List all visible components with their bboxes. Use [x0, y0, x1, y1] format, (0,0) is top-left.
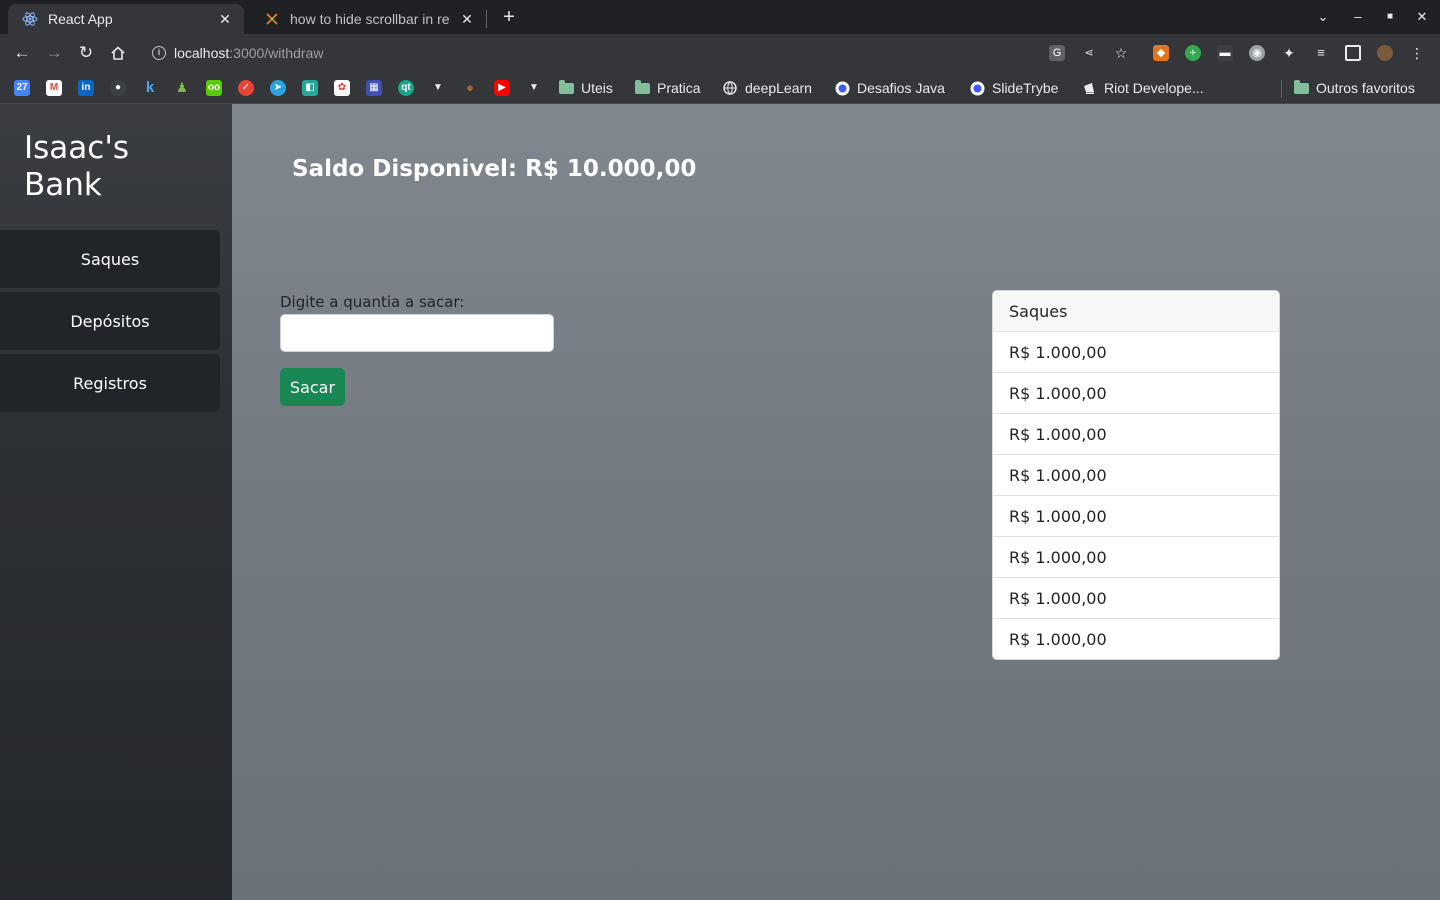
close-icon[interactable]: ✕ [216, 11, 234, 28]
folder-icon [1293, 79, 1309, 96]
more-menu-icon[interactable]: ⋮ [1409, 45, 1425, 61]
react-icon [22, 11, 38, 27]
home-icon[interactable] [106, 41, 130, 65]
share-icon[interactable]: ⋖ [1081, 45, 1097, 61]
kanban-icon[interactable]: ◧ [302, 80, 318, 96]
sidebar-item-registros[interactable]: Registros [0, 354, 220, 412]
gmail-icon[interactable]: M [46, 80, 62, 96]
tab-react-app[interactable]: React App ✕ [8, 4, 244, 34]
plus-extension-icon[interactable]: + [1185, 45, 1201, 61]
stackoverflow-icon [264, 11, 280, 27]
forward-icon[interactable]: → [42, 41, 66, 65]
chess-icon[interactable]: ♟ [174, 80, 190, 96]
url-path: :3000/withdraw [229, 45, 324, 61]
todoist-icon[interactable]: ✓ [238, 80, 254, 96]
withdraw-button[interactable]: Sacar [280, 368, 345, 406]
bookmark-label: Uteis [581, 80, 613, 96]
url-host: localhost [174, 45, 230, 61]
brand-line-1: Isaac's [24, 130, 130, 166]
tab-divider [486, 10, 487, 28]
bookmark-deeplearn[interactable]: deepLearn [722, 78, 812, 98]
bookmark-pratica[interactable]: Pratica [634, 78, 701, 98]
batman-icon[interactable]: ▼ [430, 80, 446, 96]
list-item: R$ 1.000,00 [993, 414, 1279, 455]
kahoot-icon[interactable]: k [142, 80, 158, 96]
github-icon[interactable]: ● [110, 80, 126, 96]
page-viewport: Isaac's Bank Saques Depósitos Registros … [0, 104, 1440, 900]
main-content: Saldo Disponivel: R$ 10.000,00 Digite a … [232, 104, 1440, 900]
tab-search-icon[interactable]: ⌄ [1312, 6, 1334, 28]
list-item: R$ 1.000,00 [993, 332, 1279, 373]
bookmarks-bar: 27 M in ● k ♟ oo ✓ ➤ ◧ ✿ ▦ qt ▼ ● ▶ ▼ Ut… [0, 72, 1440, 104]
duolingo-icon[interactable]: oo [206, 80, 222, 96]
bookmark-label: Riot Develope... [1104, 80, 1204, 96]
site-info-icon[interactable]: i [152, 46, 166, 60]
extension-face-icon[interactable]: ◉ [1249, 45, 1265, 61]
list-item: R$ 1.000,00 [993, 496, 1279, 537]
window-close-icon[interactable]: ✕ [1411, 6, 1433, 28]
bookmark-slidetrybe[interactable]: SlideTrybe [969, 78, 1058, 98]
maximize-icon[interactable]: ■ [1379, 6, 1401, 28]
bookmark-desafios-java[interactable]: Desafios Java [834, 78, 945, 98]
globe-icon [722, 80, 738, 96]
list-item: R$ 1.000,00 [993, 578, 1279, 619]
translate-icon[interactable]: G [1049, 45, 1065, 61]
sidebar-item-depositos[interactable]: Depósitos [0, 292, 220, 350]
poop-icon[interactable]: ● [462, 80, 478, 96]
list-item: R$ 1.000,00 [993, 537, 1279, 578]
brand-line-2: Bank [24, 167, 102, 203]
extensions-puzzle-icon[interactable]: ✦ [1281, 45, 1297, 61]
extension-dark-icon[interactable]: ▬ [1217, 45, 1233, 61]
amount-input[interactable] [280, 314, 554, 352]
batman-icon[interactable]: ▼ [526, 80, 542, 96]
bookmark-label: Desafios Java [857, 80, 945, 96]
list-item: R$ 1.000,00 [993, 455, 1279, 496]
bookmark-label: Outros favoritos [1316, 80, 1415, 96]
bookmark-star-icon[interactable]: ☆ [1113, 45, 1129, 61]
tab-stackoverflow[interactable]: how to hide scrollbar in re ✕ [250, 4, 486, 34]
sidebar-item-saques[interactable]: Saques [0, 230, 220, 288]
back-icon[interactable]: ← [10, 41, 34, 65]
bookmark-other-favorites[interactable]: Outros favoritos [1293, 78, 1415, 98]
bookmark-uteis[interactable]: Uteis [558, 78, 613, 98]
minimize-icon[interactable]: – [1347, 6, 1369, 28]
riot-icon [1081, 80, 1097, 96]
circle-logo-icon [969, 80, 985, 96]
tab-title: React App [48, 11, 113, 27]
list-item: R$ 1.000,00 [1009, 629, 1107, 649]
bookmarks-divider [1281, 80, 1282, 98]
side-panel-icon[interactable] [1345, 45, 1361, 61]
new-tab-icon[interactable]: + [498, 6, 520, 28]
metamask-icon[interactable]: ◆ [1153, 45, 1169, 61]
balance-heading: Saldo Disponivel: R$ 10.000,00 [292, 156, 697, 182]
folder-icon [558, 79, 574, 96]
brand-title: Isaac's Bank [24, 130, 214, 204]
calendar-icon[interactable]: 27 [14, 80, 30, 96]
address-bar[interactable]: i localhost:3000/withdraw [140, 38, 1316, 68]
board-icon[interactable]: ▦ [366, 80, 382, 96]
folder-icon [634, 79, 650, 96]
youtube-icon[interactable]: ▶ [494, 80, 510, 96]
profile-avatar[interactable] [1377, 45, 1393, 61]
bookmark-label: deepLearn [745, 80, 812, 96]
browser-tab-strip: React App ✕ how to hide scrollbar in re … [0, 0, 1440, 34]
bookmark-label: SlideTrybe [992, 80, 1059, 96]
bookmark-label: Pratica [657, 80, 701, 96]
circle-logo-icon [834, 80, 850, 96]
telegram-icon[interactable]: ➤ [270, 80, 286, 96]
amount-label: Digite a quantia a sacar: [280, 293, 465, 311]
linkedin-icon[interactable]: in [78, 80, 94, 96]
tab-title: how to hide scrollbar in re [290, 11, 450, 27]
reading-list-icon[interactable]: ≡ [1313, 45, 1329, 61]
qt-icon[interactable]: qt [398, 80, 414, 96]
browser-toolbar: ← → ↻ i localhost:3000/withdraw G ⋖ ☆ ◆ … [0, 34, 1440, 72]
reload-icon[interactable]: ↻ [74, 41, 98, 65]
withdrawals-list-header: Saques [993, 291, 1279, 332]
app-icon[interactable]: ✿ [334, 80, 350, 96]
list-item: R$ 1.000,00 [993, 373, 1279, 414]
bookmark-riot[interactable]: Riot Develope... [1081, 78, 1204, 98]
withdrawals-list: Saques R$ 1.000,00 R$ 1.000,00 R$ 1.000,… [992, 290, 1280, 660]
close-icon[interactable]: ✕ [458, 11, 476, 28]
sidebar: Isaac's Bank Saques Depósitos Registros [0, 104, 232, 900]
